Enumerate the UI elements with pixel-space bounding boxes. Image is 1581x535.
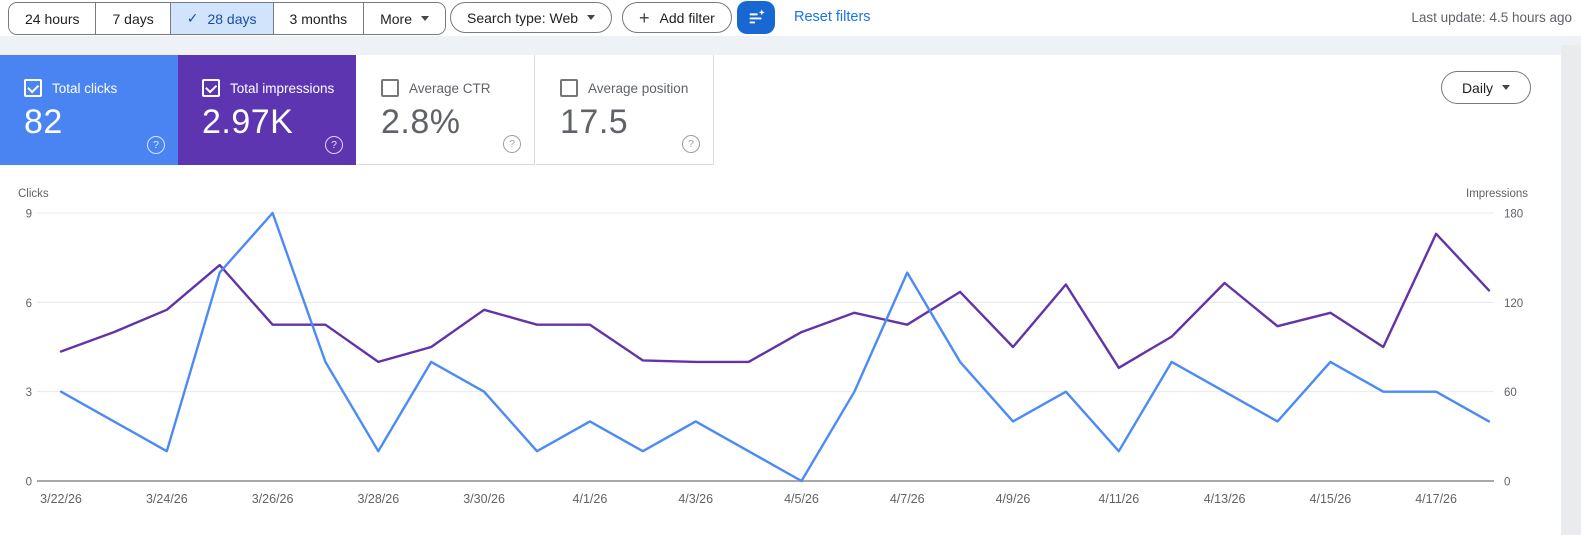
chevron-down-icon [1502,85,1511,90]
x-axis-tick-label: 3/30/26 [463,492,505,506]
metric-value: 17.5 [560,103,629,141]
help-icon[interactable]: ? [325,136,343,154]
total-clicks-card[interactable]: Total clicks 82 ? [0,55,178,165]
right-axis-tick-label: 180 [1504,209,1523,221]
x-axis-tick-label: 4/15/26 [1310,492,1352,506]
metric-checkbox[interactable] [560,79,578,97]
x-axis-tick-label: 3/26/26 [252,492,294,506]
date-range-label: 24 hours [25,10,80,27]
date-range-label: 28 days [207,10,257,27]
last-update-text: Last update: 4.5 hours ago [1411,10,1572,25]
date-range-28-days[interactable]: ✓ 28 days [169,3,273,34]
x-axis-tick-label: 4/17/26 [1415,492,1457,506]
check-icon: ✓ [186,10,199,26]
search-type-label: Search type: Web [467,9,579,26]
average-ctr-card[interactable]: Average CTR 2.8% ? [357,55,535,165]
date-range-7-days[interactable]: ✓ 7 days [95,3,170,34]
x-axis-tick-label: 3/24/26 [146,492,188,506]
x-axis-tick-label: 4/5/26 [784,492,819,506]
search-type-dropdown[interactable]: Search type: Web [450,2,613,33]
granularity-label: Daily [1461,79,1494,96]
x-axis-tick-label: 4/9/26 [996,492,1031,506]
date-range-3-months[interactable]: ✓ 3 months [272,3,364,34]
metric-label: Average CTR [409,80,491,96]
chevron-down-icon [587,15,596,20]
date-range-label: 3 months [289,10,348,27]
metric-value: 2.8% [381,103,461,141]
plus-icon: + [639,7,650,28]
metric-checkbox[interactable] [24,79,42,97]
left-axis-tick-label: 6 [26,298,32,310]
right-gutter [1561,45,1581,535]
granularity-dropdown[interactable]: Daily [1441,71,1531,104]
add-filter-label: Add filter [659,9,715,26]
average-position-card[interactable]: Average position 17.5 ? [536,55,714,165]
metric-value: 2.97K [202,103,294,141]
add-filter-button[interactable]: + Add filter [622,2,732,33]
smart-filter-button[interactable] [737,1,775,34]
help-icon[interactable]: ? [503,135,521,153]
x-axis-tick-label: 4/1/26 [573,492,608,506]
date-range-label: 7 days [112,10,154,27]
metric-checkbox[interactable] [381,79,399,97]
performance-chart: 0 3 6 9 0 60 120 180 3/22/26 3/24/26 3/26/26 3/28/2… [26,209,1524,507]
top-toolbar: ✓ 24 hours ✓ 7 days ✓ 28 days ✓ 3 months… [0,0,1581,36]
right-axis-tick-label: 0 [1504,477,1510,489]
metric-label: Total clicks [52,80,118,96]
metric-checkbox[interactable] [202,79,220,97]
filter-sparkle-icon [745,7,767,29]
impressions-line [59,232,1491,370]
help-icon[interactable]: ? [147,136,165,154]
left-axis-tick-label: 3 [26,387,32,399]
x-axis-tick-label: 4/3/26 [678,492,713,506]
total-impressions-card[interactable]: Total impressions 2.97K ? [178,55,356,165]
x-axis-tick-label: 4/7/26 [890,492,925,506]
x-axis-tick-label: 3/28/26 [357,492,399,506]
right-axis-tick-label: 120 [1504,298,1523,310]
x-axis-tick-label: 4/13/26 [1204,492,1246,506]
metric-value: 82 [24,103,63,141]
date-range-label: More [380,10,413,27]
metric-label: Total impressions [230,80,335,96]
chevron-down-icon [421,16,430,21]
date-range-selector: ✓ 24 hours ✓ 7 days ✓ 28 days ✓ 3 months… [8,2,447,35]
date-range-more[interactable]: ✓ More [363,3,446,34]
help-icon[interactable]: ? [682,135,700,153]
x-axis-tick-label: 4/11/26 [1098,492,1139,506]
left-axis-tick-label: 9 [26,209,32,221]
reset-filters-link[interactable]: Reset filters [794,0,871,35]
right-axis-tick-label: 60 [1504,387,1517,399]
metric-label: Average position [588,80,689,96]
date-range-24-hours[interactable]: ✓ 24 hours [9,3,96,34]
x-axis-tick-label: 3/22/26 [40,492,82,506]
section-divider-band [0,36,1581,55]
left-axis-tick-label: 0 [26,477,32,489]
